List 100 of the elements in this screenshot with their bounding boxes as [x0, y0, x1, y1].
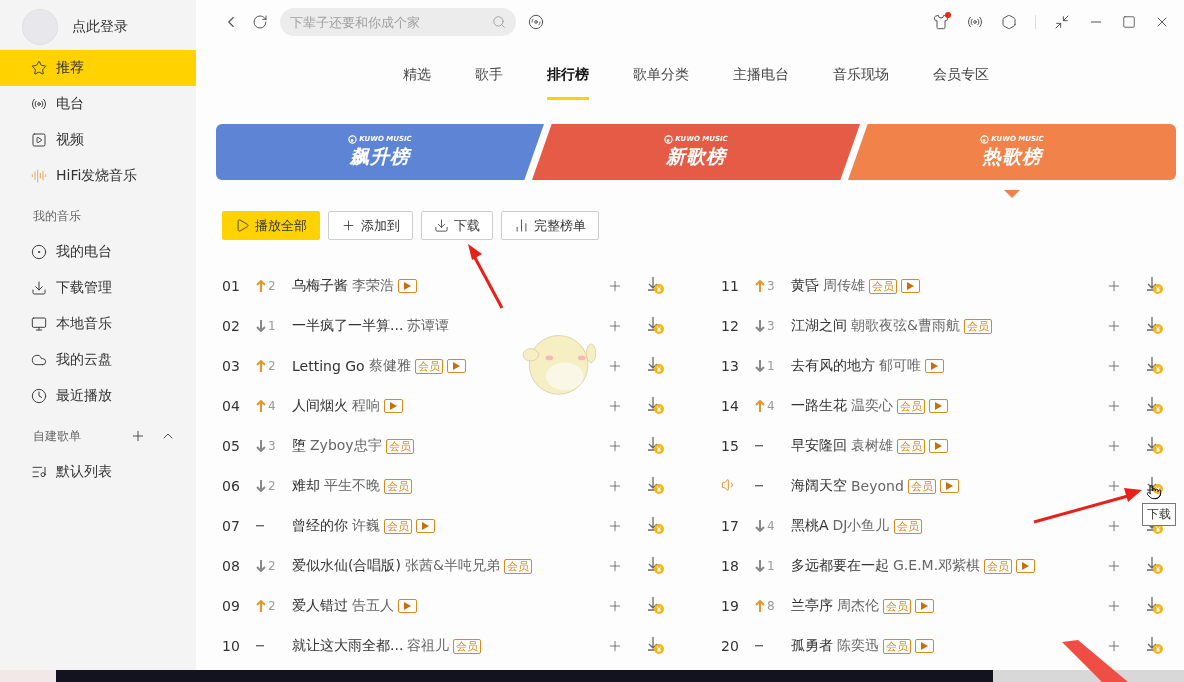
action-button[interactable]: 播放全部 — [222, 211, 320, 240]
song-title[interactable]: Letting Go — [292, 358, 365, 374]
nav-tab[interactable]: 精选 — [403, 66, 431, 100]
rank-number: 04 — [222, 398, 241, 414]
rank-change: 3 — [767, 319, 775, 333]
action-button[interactable]: 添加到 — [328, 211, 413, 240]
nav-tab[interactable]: 主播电台 — [733, 66, 789, 100]
song-title[interactable]: 爱似水仙(合唱版) — [292, 557, 401, 575]
login-link[interactable]: 点此登录 — [72, 18, 128, 36]
sidebar-item[interactable]: 最近播放 — [0, 378, 196, 414]
song-title[interactable]: 就让这大雨全都... — [292, 637, 404, 655]
rank-number: 09 — [222, 598, 241, 614]
artist-name[interactable]: 李荣浩 — [352, 277, 394, 295]
rank-number: 07 — [222, 518, 241, 534]
rank-number: 10 — [222, 638, 241, 654]
song-title[interactable]: 难却 — [292, 477, 320, 495]
rank-change: 2 — [268, 559, 276, 573]
song-title[interactable]: 黑桃A — [791, 517, 829, 535]
vip-badge: 会员 — [384, 518, 412, 534]
sidebar-item[interactable]: 默认列表 — [0, 454, 196, 490]
artist-name[interactable]: 平生不晚 — [324, 477, 380, 495]
artist-name[interactable]: 朝歌夜弦&曹雨航 — [851, 317, 960, 335]
song-title[interactable]: 爱人错过 — [292, 597, 348, 615]
sidebar-item[interactable]: 电台 — [0, 86, 196, 122]
rank-number: 12 — [721, 318, 740, 334]
rank-change: 2 — [268, 279, 276, 293]
vip-badge: 会员 — [984, 558, 1013, 574]
song-title[interactable]: 黄昏 — [791, 277, 819, 295]
section-title: 我的音乐 — [33, 207, 81, 225]
sidebar-item[interactable]: 我的云盘 — [0, 342, 196, 378]
artist-name[interactable]: 苏谭谭 — [407, 317, 450, 335]
sidebar-item[interactable]: 下载管理 — [0, 270, 196, 306]
rank-change: 2 — [268, 599, 276, 613]
artist-name[interactable]: 许巍 — [352, 517, 380, 535]
sidebar-item[interactable]: 本地音乐 — [0, 306, 196, 342]
search-field[interactable]: 下辈子还要和你成个家 — [280, 8, 516, 36]
action-button[interactable]: 完整榜单 — [501, 211, 599, 240]
artist-name[interactable]: 张茜&半吨兄弟 — [404, 557, 500, 575]
nav-tab[interactable]: 音乐现场 — [833, 66, 889, 100]
song-title[interactable]: 孤勇者 — [791, 637, 833, 655]
rank-change: 4 — [268, 399, 276, 413]
nav-tab[interactable]: 歌手 — [475, 66, 503, 100]
song-title[interactable]: 江湖之间 — [791, 317, 847, 335]
vip-badge: 会员 — [963, 318, 992, 334]
chart-title: 飙升榜 — [350, 143, 410, 169]
rank-number: 11 — [721, 278, 740, 294]
artist-name[interactable]: 郁可唯 — [879, 357, 921, 375]
vip-badge: 会员 — [893, 518, 922, 534]
artist-name[interactable]: 陈奕迅 — [837, 637, 879, 655]
song-title[interactable]: 去有风的地方 — [791, 357, 875, 375]
artist-name[interactable]: 周杰伦 — [837, 597, 879, 615]
vip-badge: 会员 — [453, 638, 482, 654]
vip-badge: 会员 — [907, 478, 936, 494]
rank-number: 05 — [222, 438, 241, 454]
rank-change: 1 — [767, 559, 775, 573]
sidebar-item[interactable]: 我的电台 — [0, 234, 196, 270]
rank-number: 02 — [222, 318, 241, 334]
song-title[interactable]: 人间烟火 — [292, 397, 348, 415]
artist-name[interactable]: 温奕心 — [851, 397, 893, 415]
song-title[interactable]: 曾经的你 — [292, 517, 348, 535]
rank-change: 4 — [767, 399, 775, 413]
rank-number: 13 — [721, 358, 740, 374]
song-title[interactable]: 海阔天空 — [791, 477, 847, 495]
song-title[interactable]: 早安隆回 — [791, 437, 847, 455]
artist-name[interactable]: 周传雄 — [823, 277, 865, 295]
action-button[interactable]: 下载 — [421, 211, 493, 240]
artist-name[interactable]: Beyond — [851, 478, 904, 494]
rank-number: 14 — [721, 398, 740, 414]
artist-name[interactable]: Zyboy忠宇 — [310, 437, 382, 455]
artist-name[interactable]: 容祖儿 — [407, 637, 450, 655]
rank-number: 01 — [222, 278, 241, 294]
tooltip: 下载 — [1142, 503, 1176, 526]
song-title[interactable]: 乌梅子酱 — [292, 277, 348, 295]
sidebar-item[interactable]: HiFi发烧音乐 — [0, 158, 196, 194]
vip-badge: 会员 — [384, 478, 412, 494]
song-title[interactable]: 一半疯了一半算... — [292, 317, 404, 335]
artist-name[interactable]: 程响 — [352, 397, 380, 415]
artist-name[interactable]: G.E.M.邓紫棋 — [893, 557, 981, 575]
artist-name[interactable]: 告五人 — [352, 597, 394, 615]
nav-tab[interactable]: 会员专区 — [933, 66, 989, 100]
song-title[interactable]: 一路生花 — [791, 397, 847, 415]
artist-name[interactable]: 蔡健雅 — [368, 357, 411, 375]
artist-name[interactable]: 袁树雄 — [851, 437, 893, 455]
sidebar-item[interactable]: 推荐 — [0, 50, 196, 86]
rank-number: 20 — [721, 638, 740, 654]
song-title[interactable]: 兰亭序 — [791, 597, 833, 615]
vip-badge: 会员 — [414, 358, 443, 374]
nav-tab[interactable]: 歌单分类 — [633, 66, 689, 100]
rank-number: 06 — [222, 478, 241, 494]
rank-number: 19 — [721, 598, 740, 614]
song-title[interactable]: 多远都要在一起 — [791, 557, 889, 575]
rank-change: 1 — [767, 359, 775, 373]
rank-change: 8 — [767, 599, 775, 613]
rank-number: 17 — [721, 518, 740, 534]
nav-tab[interactable]: 排行榜 — [547, 66, 589, 100]
artist-name[interactable]: DJ小鱼儿 — [832, 517, 890, 535]
song-title[interactable]: 堕 — [292, 437, 306, 455]
rank-change: 3 — [767, 279, 775, 293]
rank-change: 4 — [767, 519, 775, 533]
sidebar-item[interactable]: 视频 — [0, 122, 196, 158]
